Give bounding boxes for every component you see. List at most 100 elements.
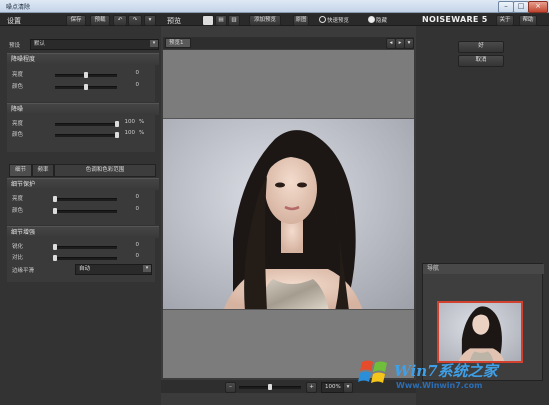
slider-knob[interactable] — [84, 72, 88, 78]
noise-level-section-body: 亮度 0 颜色 0 — [7, 65, 155, 102]
edge-smooth-value: 自动 — [79, 266, 91, 272]
slider-label: 对比 — [12, 255, 24, 261]
help-button[interactable]: 帮助 — [519, 15, 537, 26]
minimize-button[interactable]: – — [498, 1, 514, 13]
slider-knob[interactable] — [53, 208, 57, 214]
undo-icon: ↶ — [117, 17, 123, 23]
chevron-down-icon: ▾ — [407, 40, 411, 46]
slider-value: 0 — [135, 70, 140, 76]
redo-button[interactable]: ↷ — [128, 15, 142, 26]
slider-label: 亮度 — [12, 121, 24, 127]
color-noise-slider[interactable] — [55, 84, 117, 90]
settings-panel: 设置 保存 预载 ↶ ↷ ▾ 预设 默认 ▾ 降噪程度 亮度 0 颜色 0 降噪… — [0, 14, 161, 405]
window-titlebar: 噪点清除 – □ × — [0, 0, 549, 13]
slider-knob[interactable] — [115, 132, 119, 138]
preview-image — [163, 118, 414, 310]
denoise-luminance-slider[interactable] — [55, 121, 119, 127]
slider-knob[interactable] — [84, 84, 88, 90]
tab-detail[interactable]: 细节 — [9, 164, 32, 177]
about-button[interactable]: 关于 — [496, 15, 514, 26]
radio-off-icon[interactable] — [319, 16, 326, 23]
save-button[interactable]: 保存 — [66, 15, 86, 26]
edge-smooth-select[interactable]: 自动 ▾ — [75, 264, 152, 275]
zoom-in-button[interactable]: + — [306, 382, 317, 393]
preview-tab-bar: 预览1 ◂ ▸ ▾ — [163, 37, 414, 49]
sharpen-slider[interactable] — [53, 244, 117, 250]
section-denoise: 降噪 — [7, 103, 159, 115]
slider-label: 颜色 — [12, 84, 24, 90]
detail-enhance-section-body: 锐化 0 对比 0 边缘平滑 自动 ▾ — [7, 238, 155, 282]
tab-menu-button[interactable]: ▾ — [404, 38, 414, 49]
tab-tone-color-range[interactable]: 色调和色彩范围 — [54, 164, 156, 177]
watermark: Win7系统之家 Www.Winwin7.com — [350, 352, 540, 398]
load-button[interactable]: 预载 — [90, 15, 110, 26]
split-vertical-button[interactable]: ▥ — [228, 15, 240, 26]
tab-frequency[interactable]: 频率 — [32, 164, 54, 177]
slider-knob[interactable] — [115, 121, 119, 127]
chevron-down-icon: ▾ — [148, 17, 152, 23]
original-button[interactable]: 原图 — [293, 15, 309, 26]
chevron-down-icon: ▾ — [346, 384, 350, 390]
preset-select[interactable]: 默认 ▾ — [30, 39, 159, 50]
ok-button[interactable]: 好 — [458, 41, 504, 53]
luminance-noise-slider[interactable] — [55, 72, 117, 78]
detail-protect-luminance-slider[interactable] — [53, 196, 117, 202]
add-preview-button[interactable]: 添加预览 — [249, 15, 281, 26]
detail-protect-color-slider[interactable] — [53, 208, 117, 214]
denoise-color-slider[interactable] — [55, 132, 119, 138]
section-detail-enhance: 细节增强 — [7, 226, 159, 238]
navigator-title: 导航 — [423, 264, 544, 274]
slider-label: 亮度 — [12, 196, 24, 202]
denoise-section-body: 亮度 100 % 颜色 100 % — [7, 115, 155, 152]
chevron-down-icon: ▾ — [150, 40, 158, 47]
settings-header: 设置 保存 预载 ↶ ↷ ▾ — [0, 14, 161, 26]
slider-value: 100 — [124, 119, 136, 125]
close-button[interactable]: × — [528, 1, 548, 13]
preview-toolbar: 预览 ▤ ▥ 添加预览 原图 快速预览 隐藏 — [161, 14, 416, 26]
slider-unit: % — [139, 130, 145, 136]
split-horizontal-button[interactable]: ▤ — [215, 15, 227, 26]
brand-logo: NOISEWARE 5 — [422, 15, 488, 24]
windows-logo-icon — [358, 360, 387, 383]
contrast-slider[interactable] — [53, 255, 117, 261]
zoom-slider[interactable] — [239, 384, 301, 390]
chevron-left-icon: ◂ — [389, 40, 393, 46]
split-vertical-icon: ▥ — [231, 17, 237, 23]
slider-value: 100 — [124, 130, 136, 136]
menu-dropdown-button[interactable]: ▾ — [144, 15, 156, 26]
chevron-down-icon: ▾ — [143, 265, 151, 272]
preview-panel: 预览 ▤ ▥ 添加预览 原图 快速预览 隐藏 预览1 ◂ ▸ ▾ – + 100… — [161, 14, 416, 405]
slider-value: 0 — [135, 194, 140, 200]
fast-preview-label: 快速预览 — [327, 18, 350, 24]
slider-value: 0 — [135, 206, 140, 212]
edge-smooth-label: 边缘平滑 — [12, 268, 35, 274]
tab-preview-1[interactable]: 预览1 — [165, 38, 191, 48]
slider-label: 颜色 — [12, 208, 24, 214]
radio-on-icon[interactable] — [368, 16, 375, 23]
slider-value: 0 — [135, 82, 140, 88]
slider-knob[interactable] — [53, 196, 57, 202]
zoom-out-button[interactable]: – — [225, 382, 236, 393]
cancel-button[interactable]: 取消 — [458, 55, 504, 67]
maximize-button[interactable]: □ — [513, 1, 529, 13]
hide-label: 隐藏 — [376, 18, 388, 24]
brand-header: NOISEWARE 5 关于 帮助 — [416, 14, 549, 26]
undo-button[interactable]: ↶ — [113, 15, 127, 26]
split-horizontal-icon: ▤ — [218, 17, 224, 23]
zoom-slider-knob[interactable] — [268, 384, 272, 390]
preview-canvas[interactable] — [163, 50, 414, 378]
single-view-button[interactable] — [202, 15, 214, 26]
slider-knob[interactable] — [53, 244, 57, 250]
slider-label: 亮度 — [12, 72, 24, 78]
chevron-right-icon: ▸ — [398, 40, 402, 46]
slider-knob[interactable] — [53, 255, 57, 261]
slider-value: 0 — [135, 242, 140, 248]
preview-title: 预览 — [167, 17, 181, 25]
preset-label: 预设 — [9, 43, 21, 49]
slider-label: 颜色 — [12, 132, 24, 138]
slider-value: 0 — [135, 253, 140, 259]
watermark-brand: Win7系统之家 — [394, 362, 498, 380]
detail-protect-section-body: 亮度 0 颜色 0 — [7, 190, 155, 225]
watermark-url: Www.Winwin7.com — [396, 381, 483, 390]
settings-title: 设置 — [7, 17, 21, 25]
